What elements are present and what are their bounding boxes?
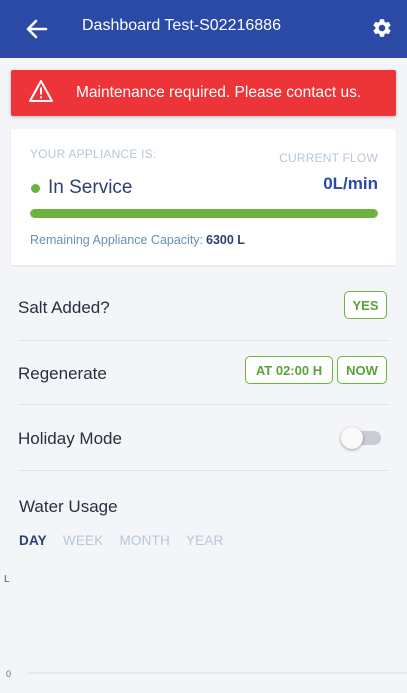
usage-period-tabs: DAY WEEK MONTH YEAR <box>19 533 240 548</box>
chart-y-axis-label: L <box>4 574 10 585</box>
capacity-progress-fill <box>30 209 378 218</box>
current-flow-label: CURRENT FLOW <box>279 151 378 165</box>
current-flow-value: 0L/min <box>323 174 378 193</box>
service-status-text: In Service <box>48 177 133 198</box>
appliance-status-card: YOUR APPLIANCE IS: CURRENT FLOW In Servi… <box>11 129 396 265</box>
regenerate-now-button[interactable]: NOW <box>337 356 387 384</box>
toggle-knob <box>341 427 363 449</box>
salt-label: Salt Added? <box>18 298 110 317</box>
status-dot-icon <box>31 183 40 193</box>
alert-message: Maintenance required. Please contact us. <box>76 84 362 101</box>
regenerate-schedule-button[interactable]: AT 02:00 H <box>245 356 333 384</box>
service-status: In Service <box>31 177 132 199</box>
remaining-capacity-label: Remaining Appliance Capacity: <box>30 233 204 247</box>
maintenance-alert[interactable]: Maintenance required. Please contact us. <box>11 70 396 116</box>
holiday-mode-label: Holiday Mode <box>18 429 122 448</box>
tab-week[interactable]: WEEK <box>63 533 104 548</box>
arrow-left-icon <box>26 19 48 39</box>
page-title: Dashboard Test-S02216886 <box>82 17 281 34</box>
tab-year[interactable]: YEAR <box>186 533 224 548</box>
holiday-mode-toggle[interactable] <box>341 427 381 449</box>
warning-icon <box>29 80 53 102</box>
appliance-status-label: YOUR APPLIANCE IS: <box>30 147 157 161</box>
tab-day[interactable]: DAY <box>19 533 47 548</box>
chart-y-tick-label: 0 <box>6 669 11 679</box>
remaining-capacity-value: 6300 L <box>206 233 245 247</box>
regenerate-row: Regenerate AT 02:00 H NOW <box>18 341 389 405</box>
remaining-capacity: Remaining Appliance Capacity: 6300 L <box>30 233 245 247</box>
tab-month[interactable]: MONTH <box>119 533 170 548</box>
regenerate-label: Regenerate <box>18 364 107 383</box>
app-bar: Dashboard Test-S02216886 <box>0 0 407 58</box>
gear-icon <box>373 19 391 37</box>
holiday-mode-row: Holiday Mode <box>18 405 389 471</box>
settings-button[interactable] <box>368 14 396 42</box>
water-usage-title: Water Usage <box>19 497 118 516</box>
back-button[interactable] <box>22 14 52 44</box>
salt-row: Salt Added? YES <box>18 275 389 341</box>
capacity-progress-bar <box>30 209 378 218</box>
water-usage-chart: L 0 <box>4 574 407 679</box>
salt-yes-button[interactable]: YES <box>344 291 387 319</box>
